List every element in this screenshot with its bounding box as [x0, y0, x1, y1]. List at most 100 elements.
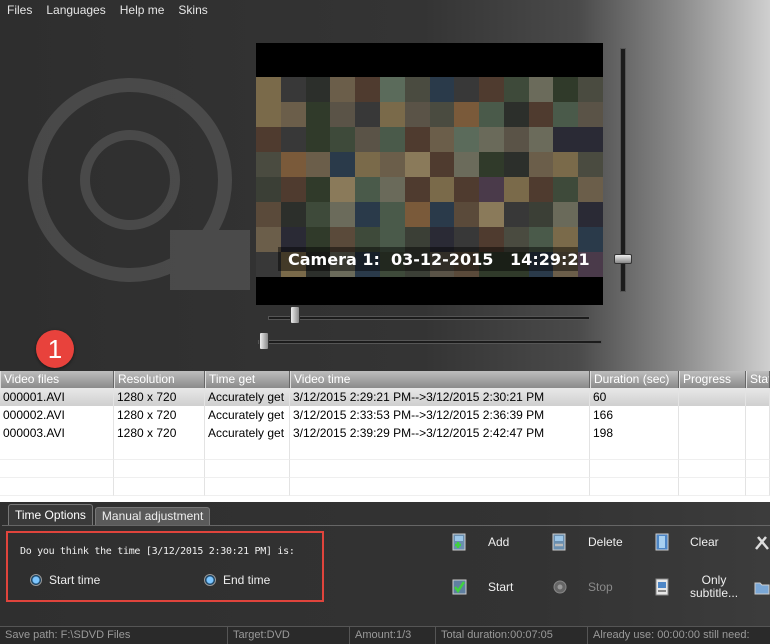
empty-cell [114, 460, 205, 478]
column-header-video-files[interactable]: Video files [0, 371, 114, 388]
seek-slider-track[interactable] [268, 316, 590, 320]
table-row[interactable]: 000002.AVI 1280 x 720 Accurately get 3/1… [0, 406, 770, 424]
video-preview[interactable]: Camera 1: 03-12-2015 14:29:21 [256, 43, 603, 305]
video-pixel-block [305, 177, 331, 202]
empty-cell [590, 442, 679, 460]
empty-cell [205, 442, 290, 460]
only-subtitle-label: Only subtitle... [690, 574, 738, 600]
cell-status [746, 388, 770, 406]
cell-progress [679, 406, 746, 424]
options-tabs: Time Options Manual adjustment [8, 504, 212, 526]
video-pixel-block [404, 77, 430, 102]
start-label: Start [488, 579, 514, 594]
cell-video-time: 3/12/2015 2:33:53 PM-->3/12/2015 2:36:39… [290, 406, 590, 424]
open-folder-button[interactable] [754, 578, 770, 596]
start-button[interactable]: Start [452, 578, 513, 596]
empty-cell [205, 478, 290, 496]
menu-languages[interactable]: Languages [46, 3, 105, 17]
clear-label: Clear [690, 534, 719, 549]
video-pixel-block [379, 202, 405, 227]
empty-cell [290, 460, 590, 478]
column-header-video-time[interactable]: Video time [290, 371, 590, 388]
video-pixel-block [355, 177, 380, 202]
video-pixel-block [330, 102, 356, 127]
tab-time-options[interactable]: Time Options [8, 504, 93, 526]
delete-label: Delete [588, 534, 623, 549]
empty-cell [290, 478, 590, 496]
only-subtitle-button[interactable]: Only subtitle... [654, 574, 738, 600]
video-pixel-block [479, 102, 504, 127]
add-label: Add [488, 534, 510, 549]
volume-slider-thumb[interactable] [614, 254, 632, 264]
cell-progress [679, 388, 746, 406]
end-time-radio[interactable]: End time [204, 573, 270, 587]
trim-slider-track[interactable] [258, 340, 602, 344]
video-pixel-block [454, 177, 480, 202]
video-pixel-block [330, 127, 356, 152]
add-file-icon [452, 533, 468, 551]
cell-progress [679, 424, 746, 442]
column-header-status[interactable]: Stat [746, 371, 770, 388]
video-pixel-block [578, 127, 603, 152]
start-time-radio[interactable]: Start time [30, 573, 100, 587]
stop-icon [552, 578, 568, 596]
cell-video-file: 000003.AVI [0, 424, 114, 442]
video-pixel-block [379, 102, 405, 127]
table-row[interactable]: 000001.AVI 1280 x 720 Accurately get 3/1… [0, 388, 770, 406]
time-options-box: Do you think the time [3/12/2015 2:30:21… [6, 531, 324, 602]
clear-button[interactable]: Clear [654, 533, 719, 551]
trim-slider-thumb[interactable] [259, 332, 269, 350]
video-pixel-block [454, 152, 480, 177]
video-pixel-block [256, 177, 281, 202]
video-pixel-block [578, 102, 603, 127]
start-time-label: Start time [49, 573, 101, 587]
menu-help[interactable]: Help me [120, 3, 165, 17]
column-header-duration[interactable]: Duration (sec) [590, 371, 679, 388]
video-pixel-block [553, 77, 579, 102]
video-pixel-block [503, 127, 529, 152]
status-save-path: Save path: F:\SDVD Files [0, 627, 228, 644]
add-button[interactable]: Add [452, 533, 509, 551]
video-pixel-block [280, 177, 306, 202]
status-bar: Save path: F:\SDVD Files Target:DVD Amou… [0, 626, 770, 644]
empty-cell [746, 478, 770, 496]
annotation-badge-1: 1 [36, 330, 74, 368]
tab-manual-adjustment[interactable]: Manual adjustment [94, 507, 211, 526]
menu-skins[interactable]: Skins [178, 3, 207, 17]
video-pixel-block [578, 152, 603, 177]
stop-button[interactable]: Stop [552, 578, 613, 596]
cell-resolution: 1280 x 720 [114, 388, 205, 406]
cell-time-get: Accurately get [205, 424, 290, 442]
settings-button[interactable] [754, 533, 770, 551]
menu-files[interactable]: Files [7, 3, 32, 17]
table-row[interactable]: 000003.AVI 1280 x 720 Accurately get 3/1… [0, 424, 770, 442]
empty-cell [0, 460, 114, 478]
video-pixel-block [578, 177, 603, 202]
status-already-use: Already use: 00:00:00 still need: [593, 629, 750, 641]
column-header-time-get[interactable]: Time get [205, 371, 290, 388]
cell-status [746, 406, 770, 424]
video-pixel-block [503, 77, 529, 102]
table-row-empty [0, 442, 770, 460]
end-time-label: End time [223, 573, 271, 587]
cell-resolution: 1280 x 720 [114, 424, 205, 442]
camera-timestamp-overlay: Camera 1: 03-12-2015 14:29:21 [278, 247, 590, 271]
column-header-resolution[interactable]: Resolution [114, 371, 205, 388]
radio-icon[interactable] [204, 574, 216, 586]
video-pixel-block [256, 127, 281, 152]
video-pixel-block [454, 202, 480, 227]
video-pixel-block [256, 102, 281, 127]
video-pixel-block [578, 227, 603, 252]
table-row-empty [0, 478, 770, 496]
seek-slider-thumb[interactable] [290, 306, 300, 324]
video-pixel-block [256, 77, 281, 102]
cell-status [746, 424, 770, 442]
video-pixel-block [355, 202, 380, 227]
radio-icon[interactable] [30, 574, 42, 586]
video-pixel-block [528, 102, 554, 127]
delete-button[interactable]: Delete [552, 533, 623, 551]
column-header-progress[interactable]: Progress [679, 371, 746, 388]
tab-divider [2, 525, 770, 526]
video-pixel-block [429, 102, 455, 127]
video-pixel-block [330, 77, 356, 102]
